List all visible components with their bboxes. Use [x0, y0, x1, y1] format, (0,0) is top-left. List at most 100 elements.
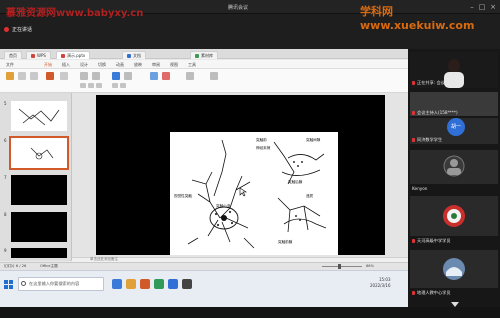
figure-label: 突触后膜 — [288, 180, 303, 184]
wps-app-icon[interactable] — [140, 279, 150, 289]
menu-view[interactable]: 视图 — [170, 62, 178, 68]
figure-label: 视觉性突触 — [174, 194, 192, 198]
watermark-left: 慕雅资源网www.babyxy.cn — [6, 8, 144, 19]
participant-name: 地理人教中心学员 — [412, 290, 496, 296]
underline-icon[interactable] — [96, 83, 102, 88]
participant-tile[interactable] — [410, 150, 498, 184]
picture-icon[interactable] — [162, 72, 170, 80]
wps-icon — [31, 54, 35, 58]
menu-tools[interactable]: 工具 — [188, 62, 196, 68]
participant-video — [443, 258, 465, 280]
thumb-number: 5 — [4, 101, 7, 106]
font-size-icon[interactable] — [92, 72, 100, 80]
windows-start-icon[interactable] — [4, 280, 13, 289]
speaking-indicator: 正在讲话 — [4, 26, 32, 33]
layout-icon[interactable] — [60, 72, 68, 80]
thumb-number: 8 — [4, 212, 7, 217]
folder-icon[interactable] — [126, 279, 136, 289]
watermark-right: 学科网www.xuekuiw.com — [360, 5, 475, 32]
thumb-number: 7 — [4, 175, 7, 180]
materials-icon — [195, 54, 199, 58]
menu-design[interactable]: 设计 — [80, 62, 88, 68]
synapse-figure: 视觉性突触 突触前 神经末梢 突触间隙 突触后膜 突触小泡 递质 突触前膜 — [170, 132, 338, 255]
mouse-cursor-icon — [239, 187, 247, 197]
paste-icon[interactable] — [6, 72, 14, 80]
doc-icon — [127, 54, 131, 58]
figure-label: 突触前膜 — [278, 240, 293, 244]
slide-thumbnail[interactable] — [11, 101, 67, 131]
menu-slideshow[interactable]: 放映 — [134, 62, 142, 68]
ppt-icon — [61, 54, 65, 58]
participant-name: 天河高级中学学员 — [412, 238, 496, 244]
participant-video — [443, 155, 465, 177]
menu-animation[interactable]: 动画 — [116, 62, 124, 68]
slide-thumbnail[interactable] — [11, 248, 67, 258]
thumb-number: 9 — [4, 248, 7, 253]
slide-thumbnail[interactable] — [11, 175, 67, 205]
figure-label: 递质 — [306, 194, 314, 198]
record-dot-icon — [4, 27, 9, 32]
thumb-number: 6 — [4, 138, 7, 143]
participant-name: 会议主持人(158****) — [412, 110, 496, 116]
cut-icon[interactable] — [18, 72, 26, 80]
menu-home[interactable]: 开始 — [44, 62, 52, 68]
menu-review[interactable]: 审阅 — [152, 62, 160, 68]
slide-thumbnail-selected[interactable] — [9, 136, 69, 170]
slide-thumbnail[interactable] — [11, 212, 67, 242]
mic-icon — [412, 239, 415, 243]
find-icon[interactable] — [210, 72, 218, 80]
meeting-app-icon[interactable] — [168, 279, 178, 289]
search-icon — [21, 281, 26, 286]
tab-presentation[interactable]: 演示.pptx — [56, 51, 91, 59]
bold-icon[interactable] — [80, 83, 86, 88]
participant-video — [443, 205, 465, 227]
figure-label: 突触前 — [256, 138, 267, 142]
wechat-icon[interactable] — [154, 279, 164, 289]
avatar-initials: 胡一 — [450, 124, 461, 130]
participant-name: 正在共享: 会议主持人 — [412, 80, 496, 86]
menu-transition[interactable]: 切换 — [98, 62, 106, 68]
meeting-title: 腾讯会议 — [228, 5, 249, 11]
italic-icon[interactable] — [88, 83, 94, 88]
slide-count: 幻灯片 6 / 26 — [4, 264, 27, 268]
edge-icon[interactable] — [112, 279, 122, 289]
speaking-label: 正在讲话 — [12, 27, 33, 33]
taskbar-clock: 15:03 2022/3/16 — [370, 277, 391, 289]
outdent-icon[interactable] — [120, 83, 126, 88]
figure-label: 神经末梢 — [256, 146, 271, 150]
indent-icon[interactable] — [112, 83, 118, 88]
font-icon[interactable] — [80, 72, 88, 80]
new-slide-icon[interactable] — [46, 72, 54, 80]
avatar: 胡一 — [447, 118, 465, 136]
shape-icon[interactable] — [150, 72, 158, 80]
participant-name: 同济数学学生 — [412, 137, 496, 143]
mic-icon — [412, 81, 415, 85]
menu-insert[interactable]: 插入 — [62, 62, 70, 68]
list-icon[interactable] — [124, 72, 132, 80]
zoom-slider[interactable] — [322, 266, 362, 267]
align-icon[interactable] — [112, 72, 120, 80]
copy-icon[interactable] — [30, 72, 38, 80]
zoom-level: 66% — [366, 264, 374, 268]
thumb-figure — [18, 108, 60, 126]
theme-name: Office主题 — [40, 264, 58, 268]
clock-date: 2022/3/16 — [370, 283, 391, 288]
mic-icon — [412, 138, 415, 142]
participant-tile[interactable] — [410, 250, 498, 288]
figure-label: 突触小泡 — [216, 204, 231, 208]
participant-tile[interactable] — [410, 196, 498, 236]
thumb-figure — [27, 142, 57, 166]
mic-icon — [412, 291, 415, 295]
taskbar-search-input[interactable]: 在这里输入你要搜索的内容 — [18, 277, 104, 291]
meeting-controls-bar — [0, 307, 500, 318]
figure-label: 突触间隙 — [306, 138, 321, 142]
tab-wps[interactable]: WPS — [26, 51, 51, 59]
zoom-slider-knob[interactable] — [338, 264, 341, 269]
arrange-icon[interactable] — [186, 72, 194, 80]
mic-icon — [412, 111, 415, 115]
tab-materials[interactable]: 素材库 — [190, 51, 218, 59]
terminal-icon[interactable] — [182, 279, 192, 289]
menu-file[interactable]: 文件 — [6, 62, 14, 68]
tab-document[interactable]: 文档 — [122, 51, 146, 59]
tab-home[interactable]: 首页 — [4, 51, 22, 59]
